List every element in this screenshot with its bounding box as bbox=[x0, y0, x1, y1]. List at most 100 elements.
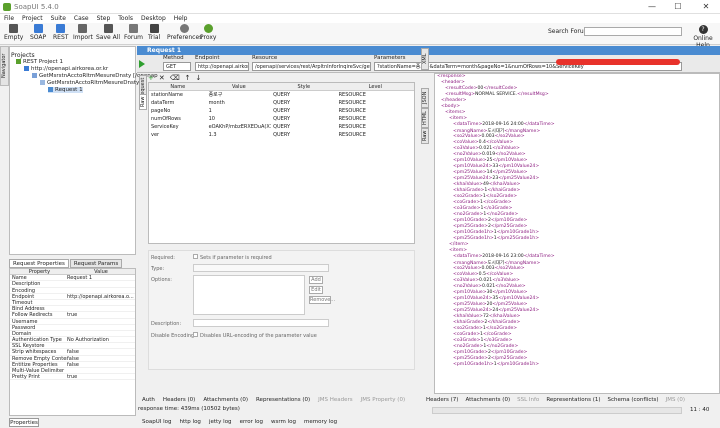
empty-button[interactable]: Empty bbox=[4, 24, 23, 41]
tab-jetty-log[interactable]: jetty log bbox=[209, 419, 232, 425]
tab-ssl-info[interactable]: SSL Info bbox=[517, 397, 539, 403]
param-row[interactable]: numOfRows 10 QUERY RESOURCE bbox=[149, 115, 414, 123]
xml-line: <no2Grade>1</no2Grade> bbox=[453, 344, 519, 349]
trial-icon bbox=[149, 24, 159, 33]
param-row[interactable]: stationName 종로구 QUERY RESOURCE bbox=[149, 91, 414, 99]
move-down-icon[interactable]: ↓ bbox=[196, 74, 202, 82]
log-tabs: SoapUI log http log jetty log error log … bbox=[142, 419, 345, 425]
menu-tools[interactable]: Tools bbox=[118, 15, 133, 22]
disable-encoding-checkbox[interactable] bbox=[193, 332, 198, 337]
progress-bar bbox=[432, 407, 682, 414]
clear-params-icon[interactable]: ⌫ bbox=[170, 74, 180, 82]
xml-line: <so2Value>0.003</so2Value> bbox=[453, 134, 525, 139]
endpoint-field[interactable]: http://openapi.airkorea.or.kr bbox=[195, 62, 249, 71]
move-up-icon[interactable]: ↑ bbox=[185, 74, 191, 82]
menu-bar: File Project Suite Case Step Tools Deskt… bbox=[0, 14, 720, 23]
xml-line: <no2Value>0.021</no2Value> bbox=[453, 284, 526, 289]
params-table: Name Value Style Level stationName 종로구 QUERY R… bbox=[148, 82, 415, 244]
search-input[interactable] bbox=[584, 27, 682, 36]
menu-suite[interactable]: Suite bbox=[51, 15, 66, 22]
delete-param-icon[interactable]: ✕ bbox=[159, 74, 165, 82]
xml-line: <resultCode>00</resultCode> bbox=[445, 86, 518, 91]
menu-help[interactable]: Help bbox=[174, 15, 188, 22]
xml-line: <pm25Grade1h>1</pm25Grade1h> bbox=[453, 236, 540, 241]
close-button[interactable]: ✕ bbox=[694, 0, 718, 14]
tree-item-service[interactable]: http://openapi.airkorea.or.kr bbox=[24, 66, 108, 72]
tab-raw-response[interactable]: Raw bbox=[421, 128, 429, 144]
param-row[interactable]: ver 1.3 QUERY RESOURCE bbox=[149, 131, 414, 139]
xml-line: <pm25Value>20</pm25Value> bbox=[453, 302, 528, 307]
tab-response-attachments[interactable]: Attachments (0) bbox=[465, 397, 510, 403]
menu-case[interactable]: Case bbox=[74, 15, 89, 22]
tab-request-params[interactable]: Request Params bbox=[69, 259, 123, 268]
param-row[interactable]: pageNo 1 QUERY RESOURCE bbox=[149, 107, 414, 115]
tab-soapui-log[interactable]: SoapUI log bbox=[142, 419, 172, 425]
properties-table: Property Value Name Request 1 Description … bbox=[9, 268, 136, 416]
xml-line: <coGrade>1</coGrade> bbox=[453, 200, 512, 205]
tab-request-properties[interactable]: Request Properties bbox=[9, 259, 69, 268]
tab-xml[interactable]: XML bbox=[421, 48, 429, 70]
description-field[interactable] bbox=[193, 319, 329, 327]
tab-html[interactable]: HTML bbox=[421, 108, 429, 128]
tab-request-headers[interactable]: Headers (0) bbox=[163, 397, 195, 403]
method-icon bbox=[40, 80, 45, 85]
edit-option-button[interactable]: Edit bbox=[309, 286, 323, 294]
navigator-tab[interactable]: Navigator bbox=[0, 46, 9, 86]
menu-step[interactable]: Step bbox=[97, 15, 111, 22]
add-option-button[interactable]: Add bbox=[309, 276, 323, 284]
import-icon bbox=[78, 24, 88, 33]
tab-json[interactable]: JSON bbox=[421, 88, 429, 108]
menu-file[interactable]: File bbox=[4, 15, 14, 22]
tab-jms-property[interactable]: JMS Property (0) bbox=[361, 397, 405, 403]
xml-line: <pm25Value24>24</pm25Value24> bbox=[453, 308, 540, 313]
response-xml-panel[interactable]: <response> <header> <resultCode>00</resu… bbox=[434, 73, 720, 394]
cursor-position: 11 : 40 bbox=[690, 407, 710, 413]
tab-schema[interactable]: Schema (conflicts) bbox=[608, 397, 659, 403]
projects-header: Projects bbox=[11, 52, 35, 59]
response-bottom-tabs: Headers (7) Attachments (0) SSL Info Rep… bbox=[426, 397, 692, 403]
forum-button[interactable]: Forum bbox=[124, 24, 143, 41]
maximize-button[interactable]: ☐ bbox=[666, 0, 690, 14]
tab-wsrm-log[interactable]: wsrm log bbox=[271, 419, 296, 425]
menu-project[interactable]: Project bbox=[22, 15, 43, 22]
minimize-button[interactable]: — bbox=[640, 0, 664, 14]
import-button[interactable]: Import bbox=[73, 24, 93, 41]
soap-button[interactable]: SOAP bbox=[30, 24, 46, 41]
rest-button[interactable]: REST bbox=[53, 24, 68, 41]
disable-encoding-note: Disables URL-encoding of the parameter v… bbox=[200, 333, 317, 339]
tab-response-headers[interactable]: Headers (7) bbox=[426, 397, 458, 403]
tab-auth[interactable]: Auth bbox=[142, 397, 155, 403]
tab-request-attachments[interactable]: Attachments (0) bbox=[203, 397, 248, 403]
run-icon[interactable] bbox=[139, 60, 145, 68]
style-column-header: Style bbox=[297, 84, 311, 90]
param-row[interactable]: dataTerm month QUERY RESOURCE bbox=[149, 99, 414, 107]
tab-error-log[interactable]: error log bbox=[240, 419, 263, 425]
menu-desktop[interactable]: Desktop bbox=[141, 15, 166, 22]
tab-request-representations[interactable]: Representations (0) bbox=[256, 397, 310, 403]
xml-line: <no2Grade>1</no2Grade> bbox=[453, 212, 519, 217]
method-select[interactable]: GET bbox=[163, 62, 191, 71]
tree-item-request[interactable]: Request 1 bbox=[48, 87, 83, 93]
property-row[interactable]: Pretty Print true bbox=[10, 374, 135, 381]
param-row[interactable]: ServiceKeyeOAKhP/mbzERXEDuA(X1LE...QUERY… bbox=[149, 123, 414, 131]
add-param-icon[interactable]: + bbox=[148, 74, 154, 82]
tree-item-method[interactable]: GetMsrstnAcctoRltmMesureDnsty 1 bbox=[40, 80, 145, 86]
tab-http-log[interactable]: http log bbox=[180, 419, 201, 425]
tab-memory-log[interactable]: memory log bbox=[304, 419, 337, 425]
tab-jms-headers[interactable]: JMS Headers bbox=[318, 397, 353, 403]
tab-response-representations[interactable]: Representations (1) bbox=[546, 397, 600, 403]
remove-option-button[interactable]: Remove... bbox=[309, 296, 335, 304]
required-checkbox[interactable] bbox=[193, 254, 198, 259]
type-select[interactable] bbox=[193, 264, 329, 272]
resource-field[interactable]: /openapi/services/rest/ArpltnInforInqire… bbox=[252, 62, 371, 71]
save-all-button[interactable]: Save All bbox=[96, 24, 120, 41]
app-logo-icon bbox=[3, 3, 11, 11]
proxy-button[interactable]: Proxy bbox=[200, 24, 216, 41]
tree-item-project[interactable]: REST Project 1 bbox=[16, 59, 63, 65]
preferences-button[interactable]: Preferences bbox=[167, 24, 202, 41]
trial-button[interactable]: Trial bbox=[148, 24, 160, 41]
options-list[interactable] bbox=[193, 275, 305, 315]
tab-raw-request[interactable]: Raw bbox=[139, 94, 147, 110]
properties-button[interactable]: Properties bbox=[9, 418, 39, 427]
tab-jms[interactable]: JMS (0) bbox=[666, 397, 685, 403]
